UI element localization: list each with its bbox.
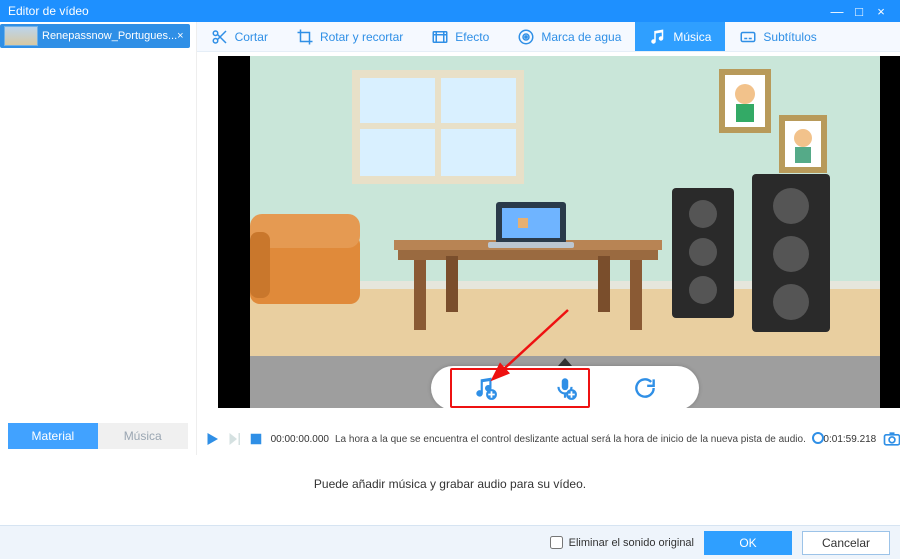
video-preview[interactable] xyxy=(218,56,900,408)
tool-cut[interactable]: Cortar xyxy=(197,22,282,51)
tab-material[interactable]: Material xyxy=(8,423,98,449)
right-area: Cortar Rotar y recortar Efecto Marca de … xyxy=(197,22,900,455)
time-start: 00:00:00.000 xyxy=(271,434,329,445)
tool-effect[interactable]: Efecto xyxy=(417,22,503,51)
hint-text: Puede añadir música y grabar audio para … xyxy=(0,455,900,505)
refresh-button[interactable] xyxy=(630,373,660,403)
tool-music-label: Música xyxy=(673,30,711,44)
tool-subtitle-label: Subtítulos xyxy=(763,30,816,44)
popup-caret-icon xyxy=(558,358,572,366)
tool-rotate-label: Rotar y recortar xyxy=(320,30,403,44)
tool-watermark[interactable]: Marca de agua xyxy=(503,22,635,51)
title-bar: Editor de vídeo — □ × xyxy=(0,0,900,22)
tool-cut-label: Cortar xyxy=(235,30,268,44)
effect-icon xyxy=(431,28,449,46)
timeline: 00:00:00.000 La hora a la que se encuent… xyxy=(197,423,900,455)
file-thumb xyxy=(4,26,38,46)
tool-music[interactable]: Música xyxy=(635,22,725,51)
play-controls xyxy=(203,430,265,448)
step-button[interactable] xyxy=(225,430,243,448)
snapshot-button[interactable] xyxy=(882,429,900,449)
crop-icon xyxy=(296,28,314,46)
tab-music[interactable]: Música xyxy=(98,423,188,449)
tool-watermark-label: Marca de agua xyxy=(541,30,621,44)
window-title: Editor de vídeo xyxy=(8,4,826,18)
music-icon xyxy=(649,28,667,46)
scissors-icon xyxy=(211,28,229,46)
remove-original-checkbox[interactable]: Eliminar el sonido original xyxy=(550,536,694,549)
file-tab[interactable]: Renepassnow_Portugues... × xyxy=(0,24,190,48)
remove-original-label: Eliminar el sonido original xyxy=(569,537,694,549)
footer: Eliminar el sonido original OK Cancelar xyxy=(0,525,900,559)
play-button[interactable] xyxy=(203,430,221,448)
sidebar: Renepassnow_Portugues... × Material Músi… xyxy=(0,22,197,455)
toolbar: Cortar Rotar y recortar Efecto Marca de … xyxy=(197,22,900,52)
remove-original-input[interactable] xyxy=(550,536,563,549)
annotation-box xyxy=(450,368,590,408)
watermark-icon xyxy=(517,28,535,46)
time-end: 00:01:59.218 xyxy=(818,434,876,445)
close-window-button[interactable]: × xyxy=(870,4,892,19)
right-controls xyxy=(882,429,900,449)
main-row: Renepassnow_Portugues... × Material Músi… xyxy=(0,22,900,455)
tool-rotate[interactable]: Rotar y recortar xyxy=(282,22,417,51)
file-tab-row: Renepassnow_Portugues... × xyxy=(0,22,196,49)
preview-frame-image xyxy=(218,56,900,408)
minimize-button[interactable]: — xyxy=(826,4,848,19)
cancel-button[interactable]: Cancelar xyxy=(802,531,890,555)
ok-button[interactable]: OK xyxy=(704,531,792,555)
sidebar-tabs: Material Música xyxy=(8,423,188,449)
tool-subtitle[interactable]: Subtítulos xyxy=(725,22,830,51)
slider-hint: La hora a la que se encuentra el control… xyxy=(335,434,806,445)
maximize-button[interactable]: □ xyxy=(848,4,870,19)
sidebar-body xyxy=(0,49,196,423)
tool-effect-label: Efecto xyxy=(455,30,489,44)
preview-wrap xyxy=(197,52,900,423)
stop-button[interactable] xyxy=(247,430,265,448)
file-name: Renepassnow_Portugues... xyxy=(42,30,177,42)
timeline-knob[interactable] xyxy=(812,432,824,444)
subtitle-icon xyxy=(739,28,757,46)
file-tab-close[interactable]: × xyxy=(177,30,183,42)
